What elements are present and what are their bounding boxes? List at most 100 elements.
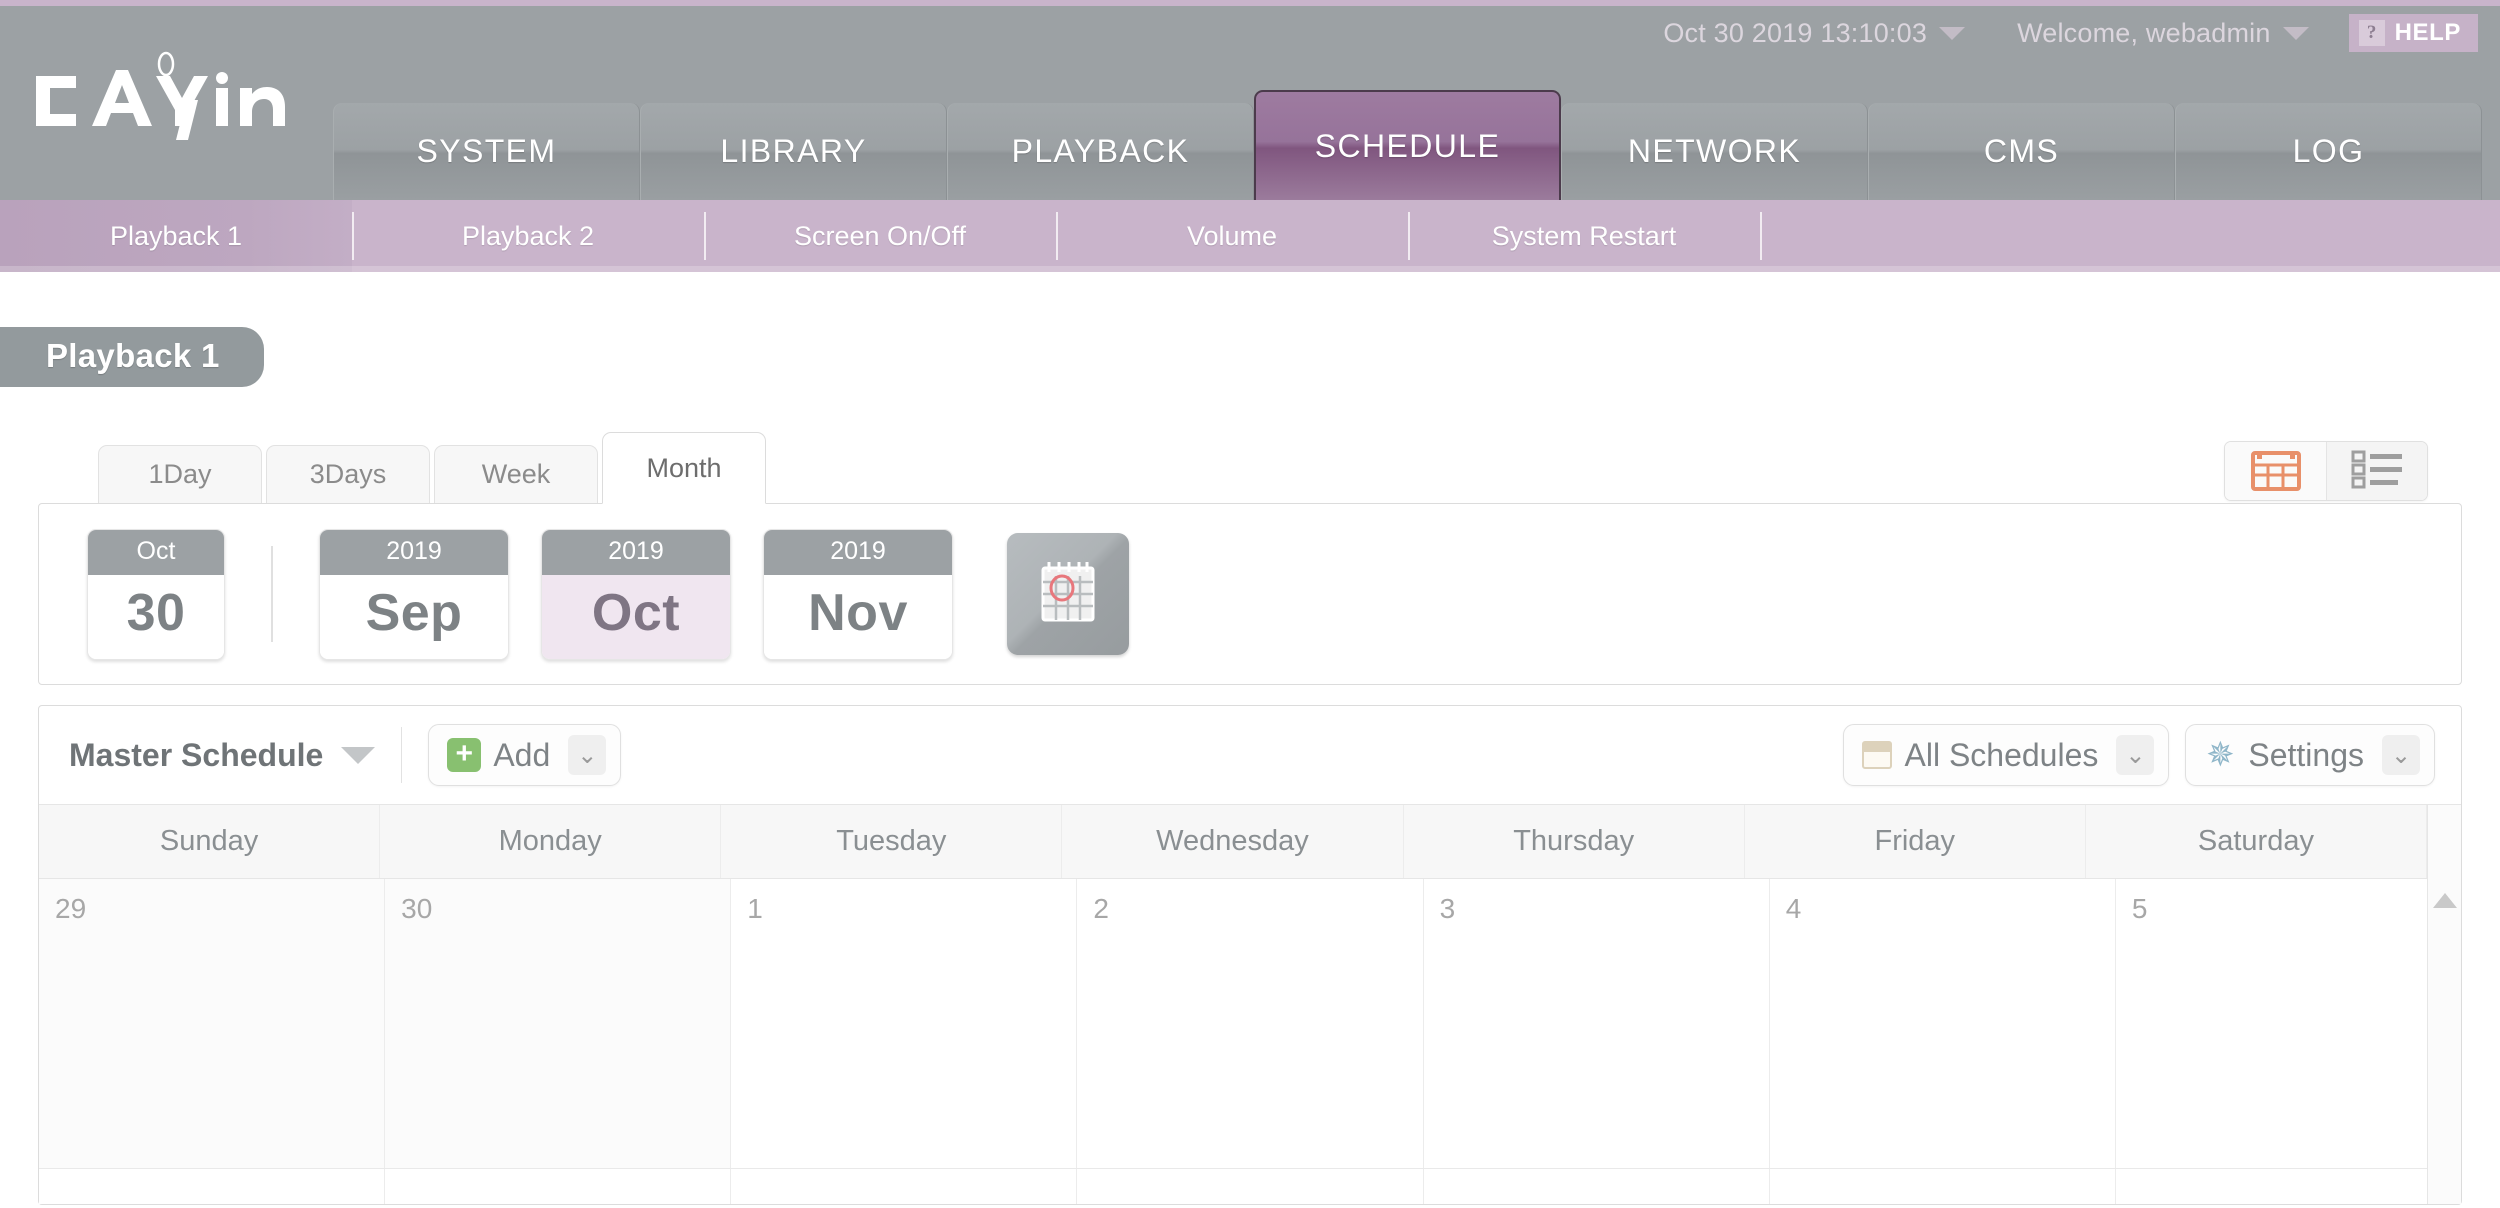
current-day-card[interactable]: Oct 30 xyxy=(87,528,225,660)
tab-label: Week xyxy=(481,459,551,489)
nav-tab-label: LIBRARY xyxy=(720,133,867,169)
nav-tab-label: CMS xyxy=(1983,133,2060,169)
master-schedule-dropdown[interactable]: Master Schedule xyxy=(69,737,397,774)
month-card-sep[interactable]: 2019 Sep xyxy=(319,528,509,660)
date-panel-divider xyxy=(271,546,273,642)
weekday-header-friday: Friday xyxy=(1745,805,2086,878)
list-view-icon xyxy=(2349,448,2405,495)
user-menu[interactable]: Welcome, webadmin xyxy=(1991,18,2335,49)
calendar-day-cell[interactable] xyxy=(731,1169,1078,1204)
cayin-logo[interactable] xyxy=(30,48,300,153)
page-title: Playback 1 xyxy=(0,327,264,387)
calendar-container: Sunday Monday Tuesday Wednesday Thursday… xyxy=(39,804,2461,1204)
subnav-item-playback-2[interactable]: Playback 2 xyxy=(352,200,704,272)
nav-tab-cms[interactable]: CMS xyxy=(1868,103,2175,200)
main-navigation: SYSTEM LIBRARY PLAYBACK SCHEDULE NETWORK… xyxy=(333,90,2482,200)
calendar-picker-button[interactable] xyxy=(1007,533,1129,655)
subnav-label: System Restart xyxy=(1491,220,1677,251)
calendar-day-cell[interactable] xyxy=(1077,1169,1424,1204)
calendar-day-cell[interactable] xyxy=(39,1169,386,1204)
calendar-view-button[interactable] xyxy=(2225,442,2326,500)
calendar-day-cell[interactable] xyxy=(1423,1169,1770,1204)
calendar-day-cell[interactable] xyxy=(385,1169,732,1204)
weekday-header-tuesday: Tuesday xyxy=(721,805,1063,878)
nav-tab-playback[interactable]: PLAYBACK xyxy=(947,103,1254,200)
master-schedule-label: Master Schedule xyxy=(69,736,324,773)
tab-label: 3Days xyxy=(309,459,387,489)
date-navigator-panel: Oct 30 2019 Sep 2019 Oct 2019 Nov xyxy=(38,503,2462,685)
month-card-nov[interactable]: 2019 Nov xyxy=(763,528,953,660)
chevron-down-icon[interactable]: ⌄ xyxy=(568,735,607,775)
day-number: 2 xyxy=(1093,893,1109,924)
help-button[interactable]: ? HELP xyxy=(2348,14,2478,52)
calendar-day-cell[interactable]: 29 xyxy=(39,879,386,1168)
calendar-day-cell[interactable] xyxy=(2115,1169,2461,1204)
day-card-month: Oct xyxy=(88,529,224,575)
add-button[interactable]: + Add ⌄ xyxy=(428,724,622,786)
welcome-text: Welcome, webadmin xyxy=(2017,17,2271,48)
schedule-toolbar: Master Schedule + Add ⌄ All Schedules ⌄ … xyxy=(39,706,2461,804)
nav-tab-label: SYSTEM xyxy=(416,133,557,169)
calendar-day-cell[interactable]: 30 xyxy=(385,879,732,1168)
month-card-month: Sep xyxy=(320,574,508,659)
month-card-year: 2019 xyxy=(542,529,730,575)
weekday-header-saturday: Saturday xyxy=(2086,805,2427,878)
sub-navigation: Playback 1 Playback 2 Screen On/Off Volu… xyxy=(0,200,2500,272)
tab-label: 1Day xyxy=(148,459,212,489)
day-number: 29 xyxy=(55,893,87,924)
toolbar-divider xyxy=(401,727,403,783)
tab-1day[interactable]: 1Day xyxy=(98,445,262,503)
list-view-button[interactable] xyxy=(2326,442,2427,500)
header-utility-row: Oct 30 2019 13:10:03 Welcome, webadmin ?… xyxy=(1637,10,2478,56)
settings-button[interactable]: ✵ Settings ⌄ xyxy=(2185,724,2435,786)
datetime-text: Oct 30 2019 13:10:03 xyxy=(1663,17,1928,48)
page-content: Playback 1 1Day 3Days Week Month Oct 30 … xyxy=(0,272,2500,1205)
chevron-down-icon[interactable]: ⌄ xyxy=(2116,735,2155,775)
nav-tab-label: PLAYBACK xyxy=(1011,133,1190,169)
app-header: Oct 30 2019 13:10:03 Welcome, webadmin ?… xyxy=(0,0,2500,200)
calendar-scrollbar[interactable] xyxy=(2427,805,2461,1204)
scroll-up-arrow-icon[interactable] xyxy=(2432,893,2457,908)
day-card-day: 30 xyxy=(88,574,224,659)
chevron-down-icon xyxy=(2282,26,2309,40)
day-number: 1 xyxy=(747,893,763,924)
nav-tab-library[interactable]: LIBRARY xyxy=(640,103,947,200)
month-card-year: 2019 xyxy=(320,529,508,575)
tab-month[interactable]: Month xyxy=(602,432,766,504)
calendar-day-cell[interactable]: 2 xyxy=(1077,879,1424,1168)
tab-3days[interactable]: 3Days xyxy=(266,445,430,503)
month-card-month: Nov xyxy=(764,574,952,659)
add-button-label: Add xyxy=(493,736,551,773)
nav-tab-label: LOG xyxy=(2292,133,2365,169)
help-button-label: HELP xyxy=(2394,19,2461,46)
subnav-label: Playback 1 xyxy=(109,220,243,251)
chevron-down-icon[interactable]: ⌄ xyxy=(2382,735,2420,775)
month-card-month: Oct xyxy=(542,574,730,659)
subnav-item-volume[interactable]: Volume xyxy=(1056,200,1408,272)
question-mark-icon: ? xyxy=(2358,20,2385,46)
subnav-label: Screen On/Off xyxy=(793,220,967,251)
calendar-day-cell[interactable] xyxy=(1769,1169,2116,1204)
nav-tab-system[interactable]: SYSTEM xyxy=(333,103,640,200)
subnav-item-playback-1[interactable]: Playback 1 xyxy=(0,200,352,272)
day-number: 4 xyxy=(1785,893,1802,924)
all-schedules-filter-button[interactable]: All Schedules ⌄ xyxy=(1843,724,2170,786)
day-number: 3 xyxy=(1439,893,1456,924)
subnav-item-screen-on-off[interactable]: Screen On/Off xyxy=(704,200,1056,272)
calendar-day-cell[interactable]: 1 xyxy=(731,879,1078,1168)
calendar-day-cell[interactable]: 5 xyxy=(2115,879,2461,1168)
nav-tab-schedule[interactable]: SCHEDULE xyxy=(1254,90,1561,200)
mini-calendar-icon xyxy=(1862,741,1893,769)
nav-tab-network[interactable]: NETWORK xyxy=(1561,103,1868,200)
nav-tab-log[interactable]: LOG xyxy=(2175,103,2482,200)
month-card-oct[interactable]: 2019 Oct xyxy=(541,528,731,660)
calendar-picker-icon xyxy=(1035,556,1101,633)
tab-week[interactable]: Week xyxy=(434,445,598,503)
settings-label: Settings xyxy=(2248,736,2364,773)
datetime-display[interactable]: Oct 30 2019 13:10:03 xyxy=(1637,18,1991,49)
calendar-day-cell[interactable]: 4 xyxy=(1769,879,2116,1168)
chevron-down-icon xyxy=(341,746,376,764)
calendar-day-cell[interactable]: 3 xyxy=(1423,879,1770,1168)
subnav-item-system-restart[interactable]: System Restart xyxy=(1408,200,1760,272)
subnav-label: Playback 2 xyxy=(461,220,595,251)
